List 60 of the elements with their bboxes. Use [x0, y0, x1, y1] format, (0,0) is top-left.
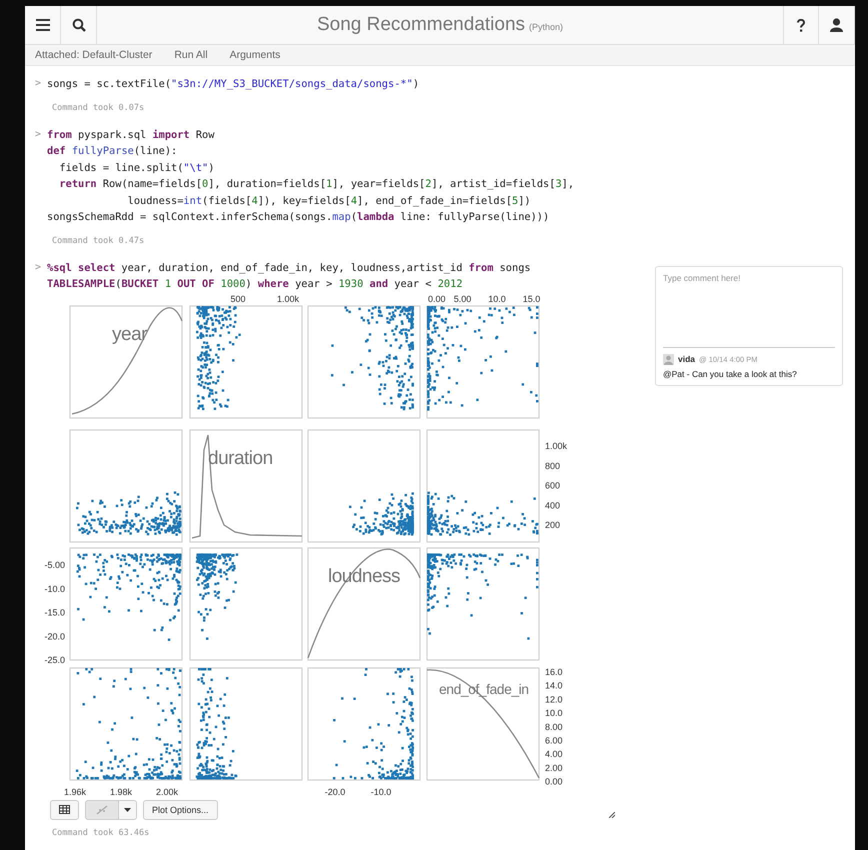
density-plot: year	[70, 305, 183, 418]
axis-tick-label: 10.0	[545, 708, 563, 718]
axis-tick-label: 1.00k	[276, 294, 300, 304]
axis-tick-label: 2.00k	[156, 786, 178, 796]
code-editor[interactable]: from pyspark.sql import Row def fullyParse(line): fields = line.split("\t") return Row(name=fields[0], duration=fields[1], year=fields[2], artist_id=fields[3], loudness=int(fields[4]), key=fields[4], end_of_fade_in=fields[5]) songsSchemaRdd = sqlContext.inferSchema(songs.map(lambda line: fullyParse(line)))	[47, 126, 574, 226]
axis-tick-label: -20.0	[324, 786, 346, 796]
command-status: Command took 0.47s	[52, 236, 144, 246]
axis-tick-label: -25.0	[44, 654, 65, 665]
axis-tick-label: -5.00	[44, 560, 65, 570]
axis-tick-label: 500	[230, 294, 246, 304]
axis-tick-label: -15.0	[44, 607, 65, 618]
table-view-button[interactable]	[50, 800, 79, 820]
axis-tick-label: 12.0	[545, 694, 563, 704]
toolbar-link[interactable]: Arguments	[230, 49, 280, 61]
axis-tick-label: 8.00	[545, 721, 563, 732]
comment-author: vida	[678, 354, 696, 364]
code-editor[interactable]: %sql select year, duration, end_of_fade_in, key, loudness,artist_id from songs TABLESAMPLE(BUCKET 1 OUT OF 1000) where year > 1930 and year < 2012	[47, 260, 531, 292]
scatter-icon	[96, 804, 108, 814]
axis-tick-label: 1.00k	[545, 440, 568, 450]
axis-tick-label: 600	[545, 480, 560, 490]
axis-tick-label: 16.0	[545, 666, 563, 676]
axis-tick-label: -20.0	[44, 630, 65, 641]
chart-type-dropdown[interactable]	[119, 800, 137, 820]
command-status: Command took 0.07s	[52, 102, 144, 112]
cell-prompt: >	[35, 128, 42, 142]
cluster-label: Attached: Default-Cluster	[35, 49, 152, 61]
help-icon	[797, 18, 805, 32]
axis-tick-label: 6.00	[545, 735, 563, 745]
comment-text: @Pat - Can you take a look at this?	[663, 368, 798, 378]
axis-tick-label: -10.0	[44, 583, 65, 594]
axis-tick-label: 4.00	[545, 748, 563, 759]
cell-prompt: >	[35, 77, 42, 91]
axis-tick-label: 800	[545, 460, 560, 470]
command-status: Command took 63.46s	[52, 828, 150, 838]
user-icon	[830, 18, 843, 32]
axis-tick-label: 0.00	[545, 776, 563, 786]
plot-options-button[interactable]: Plot Options...	[143, 800, 218, 820]
axis-tick-label: 10.0	[488, 294, 506, 304]
axis-tick-label: 400	[545, 500, 560, 510]
caret-icon	[124, 808, 131, 812]
help-button[interactable]	[783, 6, 819, 44]
code-editor[interactable]: songs = sc.textFile("s3n://MY_S3_BUCKET/songs_data/songs-*")	[47, 76, 420, 92]
axis-tick-label: 200	[545, 520, 560, 530]
language-label: (Python)	[529, 22, 564, 32]
resize-handle-icon[interactable]	[609, 812, 615, 818]
toolbar-link[interactable]: Run All	[174, 49, 208, 61]
axis-tick-label: 15.0	[522, 294, 540, 304]
notebook-title: Song Recommendations	[316, 14, 526, 36]
search-icon	[72, 18, 86, 32]
cell-prompt: >	[35, 260, 42, 274]
axis-tick-label: 2.00	[545, 762, 563, 772]
axis-tick-label: -10.0	[370, 786, 392, 796]
axis-tick-label: 5.00	[454, 294, 472, 304]
axis-tick-label: 1.96k	[64, 786, 86, 796]
menu-icon	[36, 19, 50, 31]
axis-tick-label: 14.0	[545, 680, 563, 690]
axis-tick-label: 0.00	[428, 294, 446, 304]
avatar-icon	[663, 354, 674, 364]
table-icon	[59, 805, 70, 814]
axis-tick-label: 1.98k	[110, 786, 132, 796]
